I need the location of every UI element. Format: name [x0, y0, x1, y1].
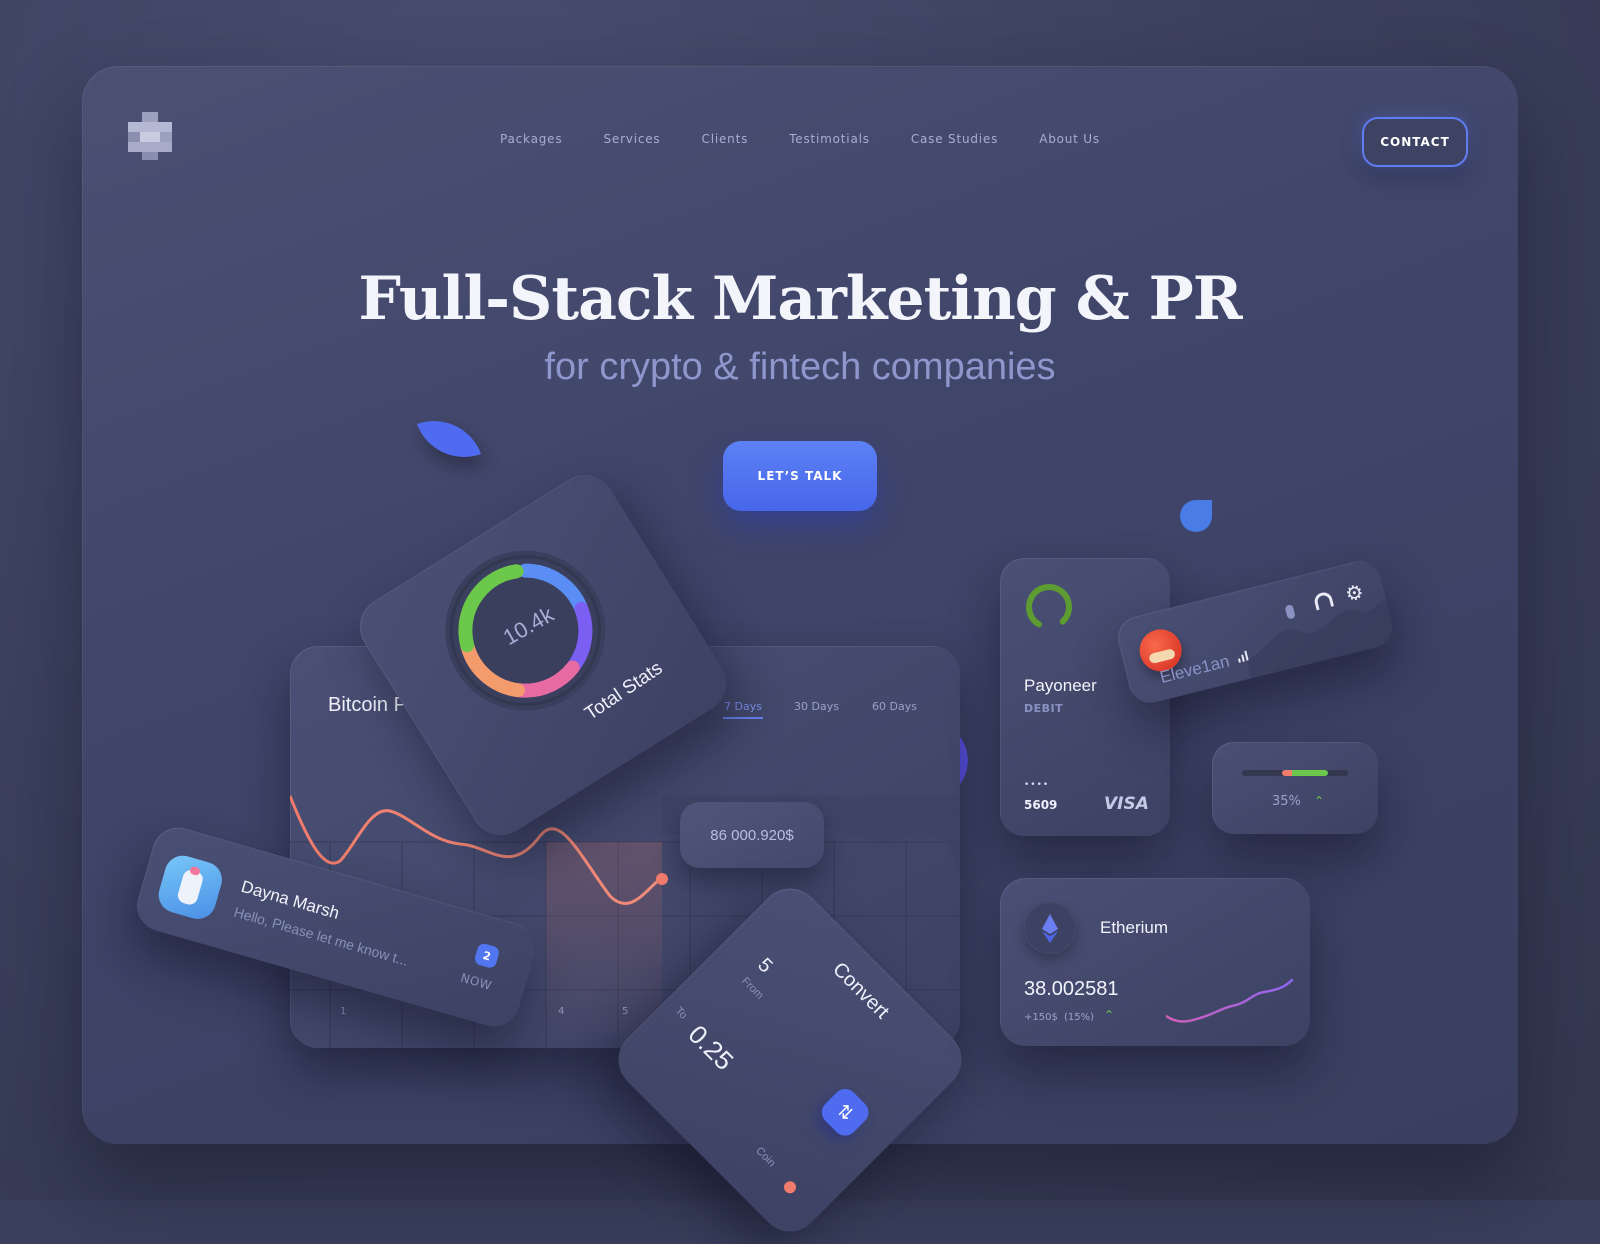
progress-track — [1242, 770, 1348, 776]
eth-sparkline — [1166, 978, 1294, 1023]
avatar — [154, 851, 227, 924]
price-tooltip: 86 000.920$ — [680, 802, 824, 868]
to-value[interactable]: 0.25 — [682, 1019, 740, 1077]
to-label: To — [672, 1004, 690, 1022]
card-masked-digits: •••• — [1024, 780, 1050, 790]
x-label-1: 1 — [340, 1006, 347, 1017]
coin-label: Coin — [753, 1144, 778, 1170]
nav-packages[interactable]: Packages — [500, 132, 562, 146]
coin-change-pct: (15%) — [1064, 1012, 1095, 1023]
from-label: From — [739, 975, 766, 1002]
card-provider-name: Payoneer — [1024, 676, 1097, 695]
swap-icon[interactable]: ⇅ — [816, 1084, 874, 1141]
nav-services[interactable]: Services — [603, 132, 660, 146]
blue-drop-shape — [1180, 500, 1212, 532]
x-label-5: 5 — [622, 1006, 629, 1017]
lets-talk-button[interactable]: LET’S TALK — [723, 441, 877, 511]
x-label-4: 4 — [558, 1006, 565, 1017]
progress-percent: 35% — [1272, 794, 1301, 809]
chevron-up-icon: ⌃ — [1314, 794, 1325, 808]
price-point-marker — [656, 873, 668, 885]
ethereum-icon — [1024, 902, 1076, 954]
coin-change-abs: +150$ — [1024, 1012, 1058, 1023]
loading-ring-icon — [1026, 584, 1072, 630]
visa-logo: VISA — [1104, 794, 1149, 814]
nav-clients[interactable]: Clients — [702, 132, 749, 146]
nav-about-us[interactable]: About Us — [1039, 132, 1100, 146]
from-value: 5 — [753, 953, 777, 978]
coin-dot-icon — [781, 1178, 799, 1196]
progress-fill — [1282, 770, 1292, 776]
nav-testimonials[interactable]: Testimotials — [789, 132, 870, 146]
hero-subtitle: for crypto & fintech companies — [544, 346, 1056, 388]
message-time: NOW — [459, 970, 494, 993]
coin-value: 38.002581 — [1024, 978, 1119, 1000]
card-last4: 5609 — [1024, 798, 1058, 812]
unread-badge: 2 — [473, 942, 501, 970]
logo[interactable] — [128, 112, 172, 160]
nav-case-studies[interactable]: Case Studies — [911, 132, 998, 146]
card-type: DEBIT — [1024, 702, 1064, 715]
ethereum-card[interactable]: Etherium 38.002581 +150$ (15%) ⌃ — [1000, 878, 1310, 1046]
robot-avatar-icon — [175, 868, 205, 907]
contact-button[interactable]: CONTACT — [1362, 117, 1468, 167]
main-nav: Packages Services Clients Testimotials C… — [500, 132, 1100, 146]
coin-name: Etherium — [1100, 918, 1169, 937]
hero-title: Full-Stack Marketing & PR — [358, 264, 1242, 334]
progress-card: 35% ⌃ — [1212, 742, 1378, 834]
chevron-up-icon: ⌃ — [1104, 1008, 1115, 1022]
